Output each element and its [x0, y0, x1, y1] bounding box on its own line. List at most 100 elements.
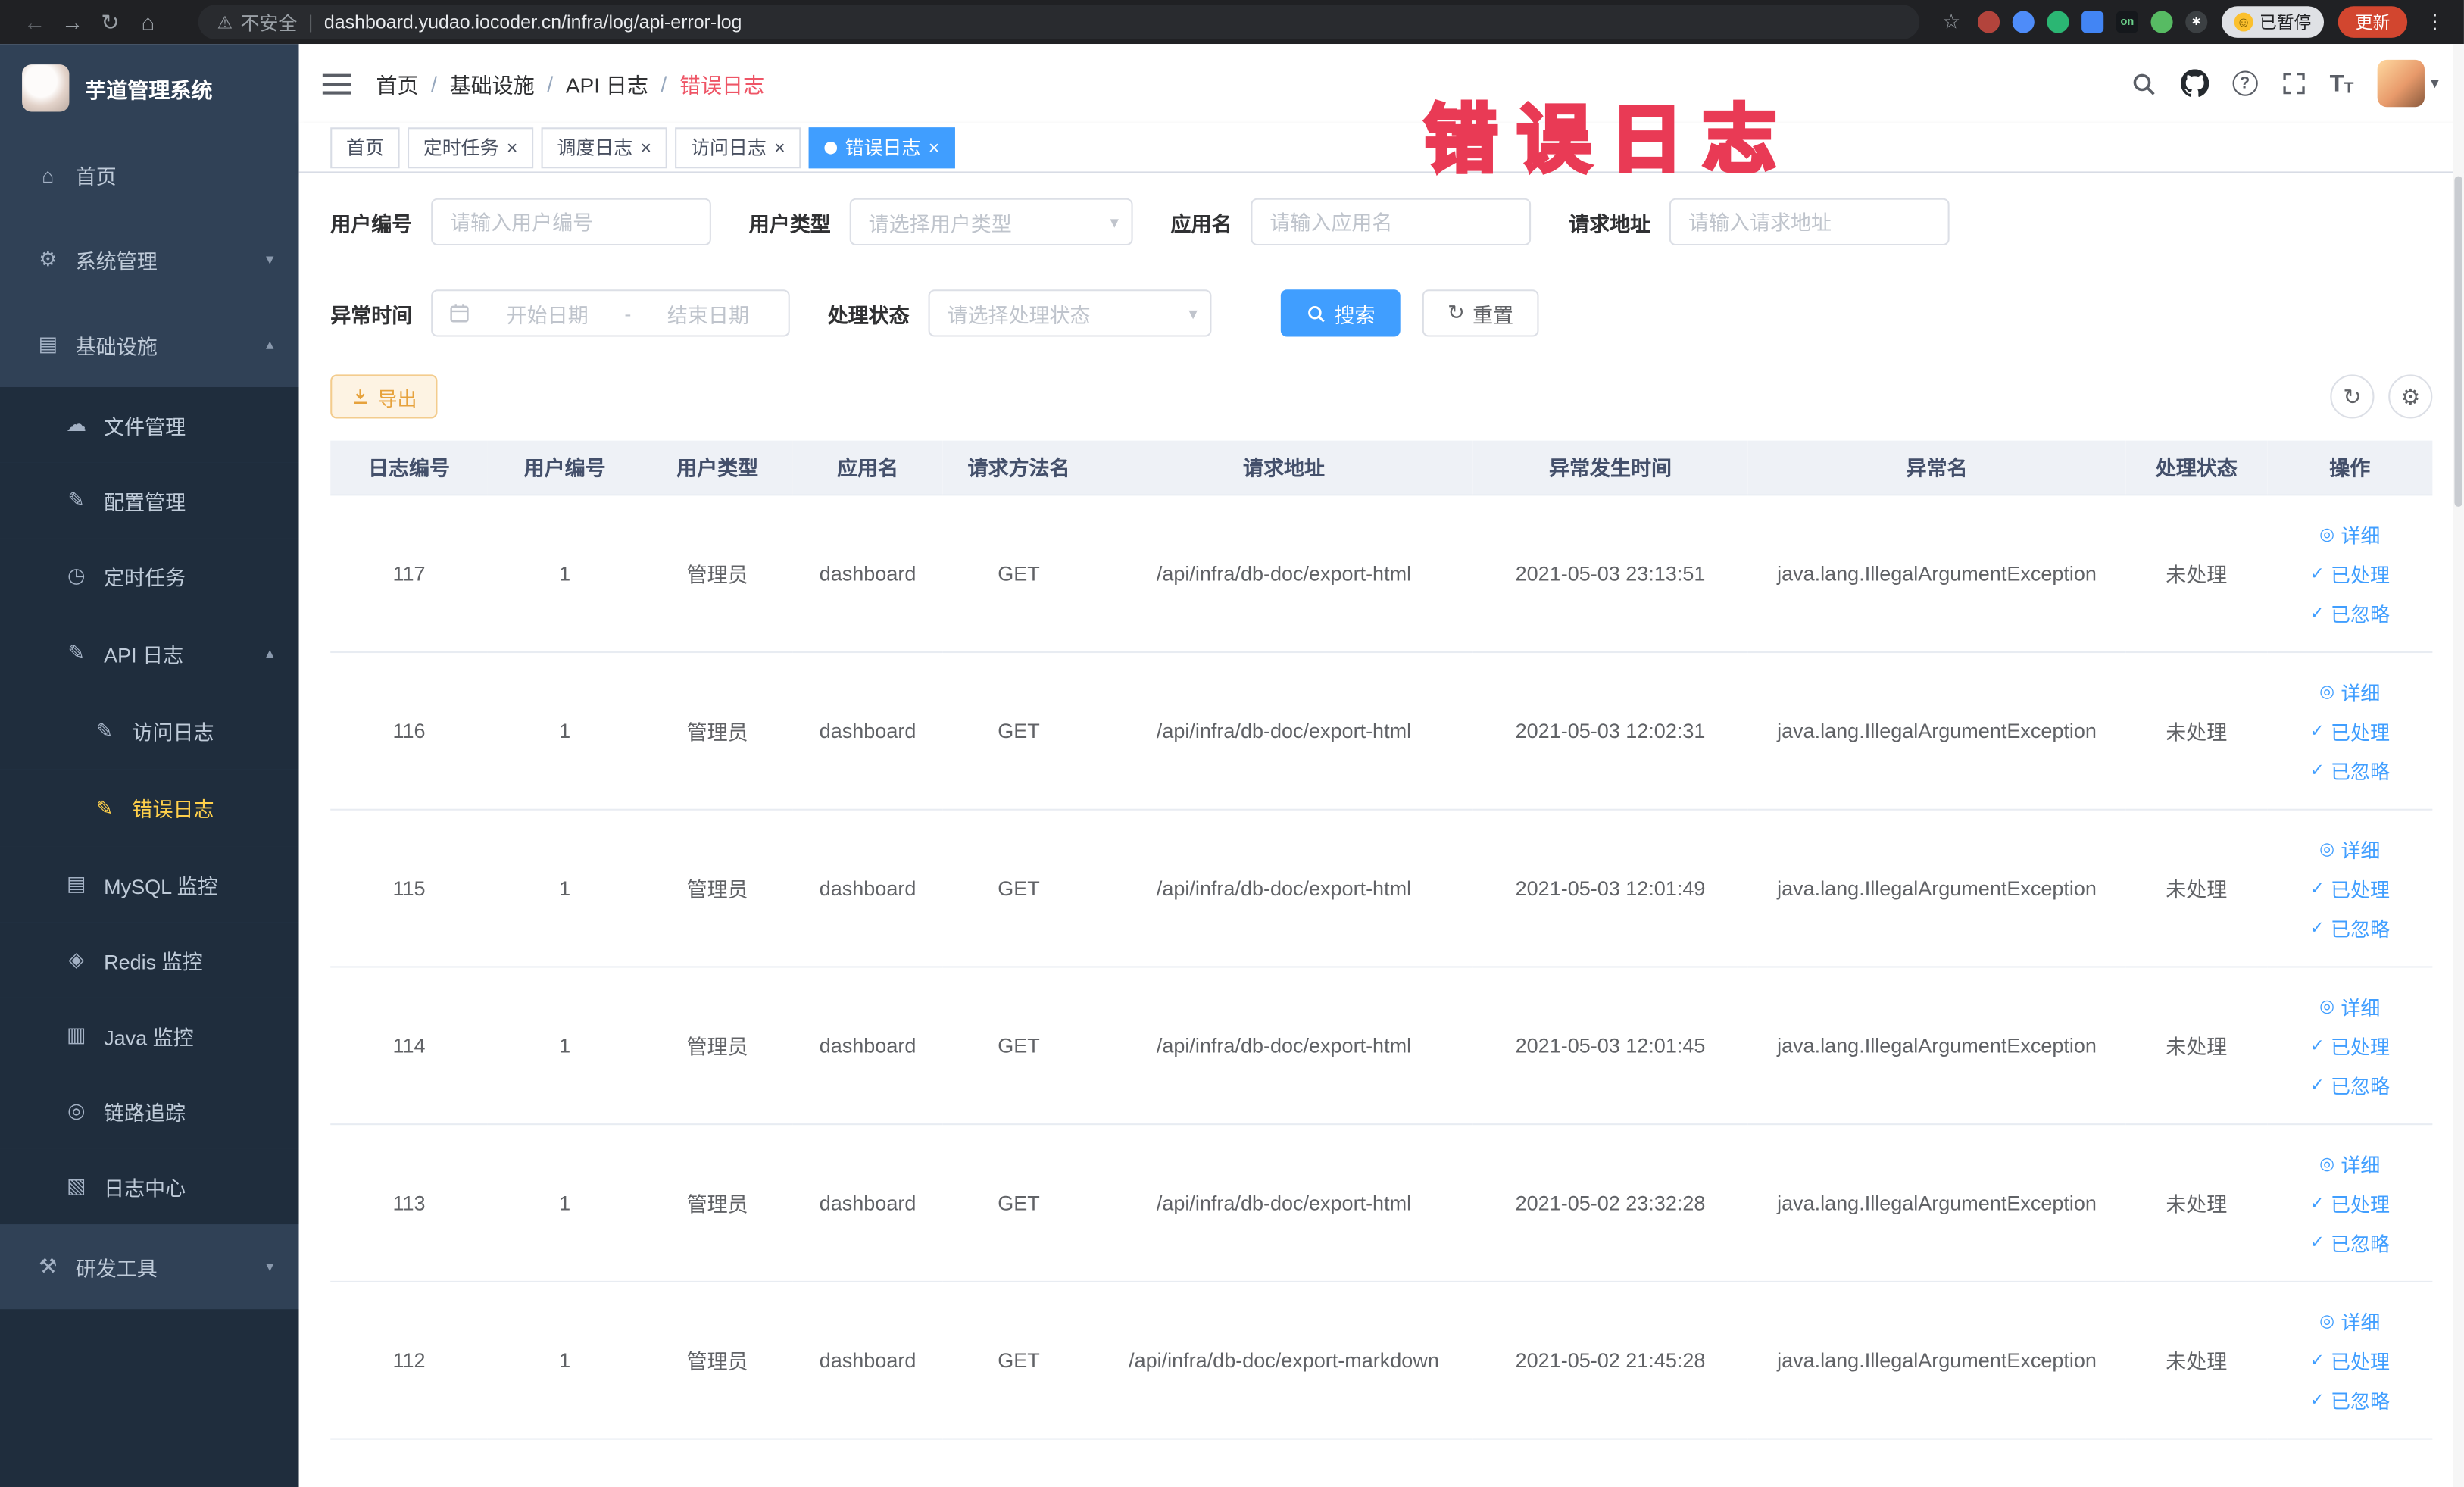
log-icon: ▧	[66, 1173, 86, 1198]
extension-red-circle-icon[interactable]	[1978, 11, 2000, 33]
sidebar-item-api-logs[interactable]: ✎ API 日志 ▴	[0, 614, 299, 692]
user-id-input[interactable]	[431, 198, 711, 246]
action-detail[interactable]: ◎ 详细	[2267, 514, 2432, 553]
browser-reload-icon[interactable]: ↻	[91, 8, 129, 35]
action-processed[interactable]: ✓ 已处理	[2267, 553, 2432, 592]
tab-首页[interactable]: 首页	[330, 127, 400, 168]
cell-actions: ◎ 详细 ✓ 已处理 ✓ 已忽略	[2267, 494, 2433, 652]
search-button[interactable]: 搜索	[1280, 289, 1401, 337]
sidebar-item-file-management[interactable]: ☁ 文件管理	[0, 386, 299, 463]
action-detail[interactable]: ◎ 详细	[2267, 1301, 2432, 1340]
export-button[interactable]: 导出	[330, 374, 438, 419]
action-label: 已忽略	[2331, 918, 2390, 941]
browser-menu-icon[interactable]: ⋮	[2422, 9, 2448, 34]
process-status-select[interactable]: 请选择处理状态 ▾	[928, 289, 1212, 337]
sidebar-item-access-log[interactable]: ✎ 访问日志	[0, 692, 299, 770]
action-processed[interactable]: ✓ 已处理	[2267, 868, 2432, 908]
extension-blue-grid-icon[interactable]	[2081, 11, 2104, 33]
app-name-input[interactable]	[1251, 198, 1532, 246]
range-separator: -	[624, 301, 632, 325]
cell-app-name: dashboard	[792, 494, 943, 652]
action-detail[interactable]: ◎ 详细	[2267, 1143, 2432, 1182]
sidebar-item-infrastructure[interactable]: ▤ 基础设施 ▴	[0, 302, 299, 387]
tab-调度日志[interactable]: 调度日志 ×	[541, 127, 667, 168]
action-ignored[interactable]: ✓ 已忽略	[2267, 1064, 2432, 1104]
browser-back-icon[interactable]: ←	[16, 9, 54, 34]
sidebar-item-scheduled-tasks[interactable]: ◷ 定时任务	[0, 538, 299, 614]
sidebar-item-config-management[interactable]: ✎ 配置管理	[0, 462, 299, 539]
cell-app-name: dashboard	[792, 1280, 943, 1439]
action-ignored[interactable]: ✓ 已忽略	[2267, 908, 2432, 947]
security-label: 不安全	[240, 11, 298, 34]
sidebar-item-error-log[interactable]: ✎ 错误日志	[0, 769, 299, 847]
update-button[interactable]: 更新	[2338, 6, 2408, 38]
breadcrumb-item[interactable]: 基础设施	[450, 67, 535, 99]
user-avatar[interactable]: ▾	[2377, 59, 2439, 108]
exception-time-range-picker[interactable]: 开始日期 - 结束日期	[431, 289, 790, 337]
action-detail[interactable]: ◎ 详细	[2267, 986, 2432, 1025]
table-row: 112 1 管理员 dashboard GET/api/infra/db-doc/exp…	[330, 1280, 2433, 1439]
paused-badge[interactable]: ☺ 已暂停	[2222, 6, 2325, 38]
extension-green-leaf-icon[interactable]	[2150, 11, 2173, 33]
scrollbar-thumb[interactable]	[2454, 176, 2462, 507]
column-settings-button[interactable]: ⚙	[2388, 374, 2433, 419]
tab-定时任务[interactable]: 定时任务 ×	[408, 127, 534, 168]
breadcrumb-item[interactable]: API 日志	[566, 67, 648, 99]
hamburger-icon[interactable]	[322, 73, 351, 94]
github-icon[interactable]	[2180, 69, 2209, 97]
select-placeholder: 请选择处理状态	[947, 302, 1091, 327]
action-label: 已忽略	[2331, 1075, 2390, 1098]
action-ignored[interactable]: ✓ 已忽略	[2267, 750, 2432, 789]
action-ignored[interactable]: ✓ 已忽略	[2267, 592, 2432, 632]
browser-home-icon[interactable]: ⌂	[129, 9, 167, 34]
sidebar-item-redis-monitor[interactable]: ◈ Redis 监控	[0, 922, 299, 998]
search-icon[interactable]	[2130, 70, 2156, 96]
action-ignored[interactable]: ✓ 已忽略	[2267, 1379, 2432, 1419]
filter-row-2: 异常时间 开始日期 - 结束日期 处理状态 请选择处理状态 ▾ 搜索 ↻ 重置	[330, 289, 2432, 337]
close-icon[interactable]: ×	[929, 138, 940, 157]
gear-icon: ⚙	[39, 247, 58, 271]
navbar-tools: ? TT ▾	[2130, 59, 2439, 108]
action-detail[interactable]: ◎ 详细	[2267, 671, 2432, 711]
action-ignored[interactable]: ✓ 已忽略	[2267, 1222, 2432, 1261]
close-icon[interactable]: ×	[774, 138, 785, 157]
action-processed[interactable]: ✓ 已处理	[2267, 1340, 2432, 1379]
action-detail[interactable]: ◎ 详细	[2267, 829, 2432, 868]
extension-paw-icon[interactable]: ✱	[2185, 11, 2208, 33]
extension-on-badge-icon[interactable]: on	[2116, 11, 2138, 33]
action-processed[interactable]: ✓ 已处理	[2267, 1182, 2432, 1222]
refresh-table-button[interactable]: ↻	[2330, 374, 2375, 419]
bookmark-star-icon[interactable]: ☆	[1942, 9, 1960, 34]
sidebar-item-mysql-monitor[interactable]: ▤ MySQL 监控	[0, 846, 299, 923]
column-header: 处理状态	[2125, 440, 2268, 495]
column-header: 日志编号	[330, 440, 488, 495]
sidebar-item-log-center[interactable]: ▧ 日志中心	[0, 1148, 299, 1225]
fullscreen-icon[interactable]	[2281, 70, 2306, 95]
font-size-icon[interactable]: TT	[2330, 70, 2354, 96]
sidebar-item-trace[interactable]: ◎ 链路追踪	[0, 1073, 299, 1149]
close-icon[interactable]: ×	[507, 138, 518, 157]
sidebar-item-system-management[interactable]: ⚙ 系统管理 ▾	[0, 217, 299, 302]
action-processed[interactable]: ✓ 已处理	[2267, 711, 2432, 750]
sidebar-item-java-monitor[interactable]: ▥ Java 监控	[0, 997, 299, 1073]
help-icon[interactable]: ?	[2231, 70, 2258, 96]
reset-button[interactable]: ↻ 重置	[1422, 289, 1539, 337]
tab-访问日志[interactable]: 访问日志 ×	[675, 127, 801, 168]
action-processed[interactable]: ✓ 已处理	[2267, 1025, 2432, 1064]
sidebar-item-label: 配置管理	[104, 490, 186, 514]
filter-label: 应用名	[1170, 211, 1232, 236]
close-icon[interactable]: ×	[641, 138, 652, 157]
app-logo: 芋道管理系统	[0, 44, 299, 132]
user-type-select[interactable]: 请选择用户类型 ▾	[849, 198, 1133, 246]
breadcrumb-item[interactable]: 首页	[376, 67, 418, 99]
extension-blue-drop-icon[interactable]	[2012, 11, 2035, 33]
extension-green-circle-icon[interactable]	[2047, 11, 2069, 33]
sidebar-item-home[interactable]: ⌂ 首页	[0, 132, 299, 217]
tab-错误日志[interactable]: 错误日志 ×	[808, 127, 956, 168]
sidebar-item-dev-tools[interactable]: ⚒ 研发工具 ▾	[0, 1224, 299, 1309]
browser-forward-icon[interactable]: →	[54, 9, 92, 34]
request-url-input[interactable]	[1669, 198, 1950, 246]
url-bar[interactable]: ⚠ 不安全 | dashboard.yudao.iocoder.cn/infra…	[198, 5, 1920, 39]
cell-user-id: 1	[487, 1123, 642, 1282]
page-scrollbar[interactable]	[2453, 44, 2464, 1487]
